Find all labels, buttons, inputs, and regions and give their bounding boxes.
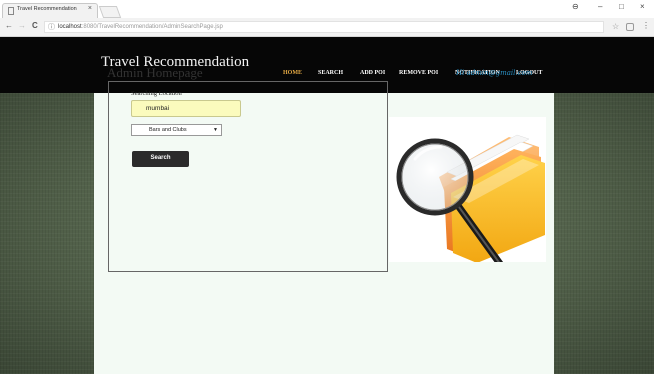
close-window-button[interactable]: × xyxy=(640,2,645,11)
category-select-value: Bars and Clubs xyxy=(149,127,187,133)
forward-icon[interactable]: → xyxy=(18,21,26,30)
account-icon[interactable]: ⊖ xyxy=(572,2,579,11)
star-icon[interactable]: ☆ xyxy=(612,22,619,31)
menu-icon[interactable]: ⋮ xyxy=(642,21,650,30)
back-icon[interactable]: ← xyxy=(5,21,13,30)
page-title: Admin Homepage xyxy=(107,65,203,80)
search-location-label: Searching Location xyxy=(131,90,182,97)
url-path: :8080/TravelRecommendation/AdminSearchPa… xyxy=(81,23,223,30)
nav-remove-poi[interactable]: REMOVE POI xyxy=(399,70,438,76)
info-icon[interactable]: ⓘ xyxy=(48,22,55,32)
search-location-input[interactable]: mumbai xyxy=(131,100,241,117)
tab-page-icon xyxy=(8,7,14,15)
tab-title: Travel Recommendation xyxy=(17,6,77,12)
nav-home[interactable]: HOME xyxy=(283,70,302,76)
browser-tab[interactable]: Travel Recommendation × xyxy=(2,3,98,18)
chevron-down-icon: ▼ xyxy=(213,127,218,133)
search-button-label: Search xyxy=(150,155,171,161)
search-location-value: mumbai xyxy=(146,105,170,112)
search-button[interactable]: Search xyxy=(132,151,189,167)
nav-search[interactable]: SEARCH xyxy=(318,70,343,76)
browser-tabstrip: Travel Recommendation × ⊖ – □ × xyxy=(0,0,654,18)
category-select[interactable]: Bars and Clubs ▼ xyxy=(131,124,222,136)
address-bar: ← → C ⓘ localhost:8080/TravelRecommendat… xyxy=(0,18,654,37)
url-host: localhost xyxy=(58,23,82,30)
nav-add-poi[interactable]: ADD POI xyxy=(360,70,385,76)
url-input[interactable]: ⓘ localhost:8080/TravelRecommendation/Ad… xyxy=(44,21,604,33)
new-tab-button[interactable] xyxy=(98,6,122,18)
folder-magnifier-illustration xyxy=(389,117,546,262)
maximize-button[interactable]: □ xyxy=(619,2,624,11)
web-page: Travel Recommendation HOME SEARCH ADD PO… xyxy=(0,37,654,374)
user-greeting: Hi admin@gmail.com xyxy=(456,69,533,77)
minimize-button[interactable]: – xyxy=(598,2,602,11)
reload-icon[interactable]: C xyxy=(32,21,38,30)
tab-close-button[interactable]: × xyxy=(88,5,92,12)
extension-icon[interactable] xyxy=(626,23,634,31)
